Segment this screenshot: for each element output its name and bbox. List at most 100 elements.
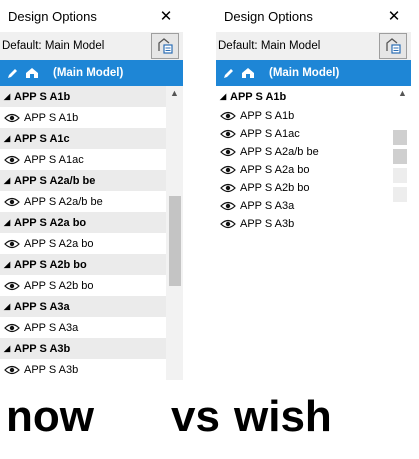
- option-item-label: APP S A1ac: [240, 128, 300, 140]
- option-set-header[interactable]: ◢ APP S A3b: [0, 338, 183, 359]
- main-model-row[interactable]: (Main Model): [216, 60, 411, 86]
- option-set-header[interactable]: ◢ APP S A3a: [0, 296, 183, 317]
- option-item-label: APP S A3a: [24, 321, 79, 334]
- default-model-label: Default: Main Model: [218, 40, 321, 52]
- option-set-header[interactable]: ◢ APP S A1b: [0, 86, 183, 107]
- option-set-header[interactable]: ◢ APP S A1c: [0, 128, 183, 149]
- eye-icon[interactable]: [4, 323, 24, 333]
- scroll-chip: [393, 130, 407, 145]
- design-options-settings-button[interactable]: [151, 33, 179, 59]
- default-model-label: Default: Main Model: [2, 40, 105, 52]
- collapse-triangle-icon[interactable]: ◢: [220, 92, 230, 101]
- option-item-label: APP S A2a bo: [240, 164, 310, 176]
- option-set-name: APP S A2b bo: [14, 258, 87, 271]
- eye-icon[interactable]: [220, 147, 240, 157]
- option-item[interactable]: APP S A1ac: [0, 149, 183, 170]
- design-options-list: ◢ APP S A1b APP S A1b ◢ APP S A1c APP S A1…: [0, 86, 183, 380]
- option-item-label: APP S A1ac: [24, 153, 84, 166]
- eye-icon[interactable]: [4, 365, 24, 375]
- option-item[interactable]: APP S A2b bo: [216, 179, 411, 197]
- close-icon[interactable]: ✕: [159, 7, 173, 25]
- caption-vs: vs: [171, 392, 220, 441]
- design-options-settings-button[interactable]: [379, 33, 407, 59]
- design-options-panel-wish: Design Options ✕ Default: Main Model (Ma…: [216, 0, 411, 240]
- option-set-header[interactable]: ◢ APP S A1b: [216, 86, 411, 107]
- option-item[interactable]: APP S A1ac: [216, 125, 411, 143]
- panel-title: Design Options: [224, 8, 313, 24]
- option-item-label: APP S A3b: [240, 218, 295, 230]
- main-model-row[interactable]: (Main Model): [0, 60, 183, 86]
- option-item[interactable]: APP S A1b: [0, 107, 183, 128]
- collapse-triangle-icon[interactable]: ◢: [4, 176, 14, 185]
- option-item[interactable]: APP S A2a/b be: [0, 191, 183, 212]
- option-item[interactable]: APP S A2a bo: [0, 233, 183, 254]
- default-model-row: Default: Main Model: [216, 32, 411, 60]
- option-item-label: APP S A2a/b be: [24, 195, 103, 208]
- option-set-name: APP S A3a: [14, 300, 70, 313]
- eye-icon[interactable]: [4, 197, 24, 207]
- option-set-name: APP S A1b: [230, 90, 287, 103]
- option-set-header[interactable]: ◢ APP S A2b bo: [0, 254, 183, 275]
- panel-title: Design Options: [8, 8, 97, 24]
- design-options-list: ◢ APP S A1b APP S A1b APP S A1ac APP S A2…: [216, 86, 411, 233]
- option-item-label: APP S A2a/b be: [240, 146, 319, 158]
- eye-icon[interactable]: [220, 183, 240, 193]
- panel-titlebar: Design Options ✕: [0, 0, 183, 32]
- eye-icon[interactable]: [220, 201, 240, 211]
- eye-icon[interactable]: [220, 111, 240, 121]
- option-item[interactable]: APP S A3b: [216, 215, 411, 233]
- option-set-header[interactable]: ◢ APP S A2a bo: [0, 212, 183, 233]
- collapse-triangle-icon[interactable]: ◢: [4, 92, 14, 101]
- option-item[interactable]: APP S A3b: [0, 359, 183, 380]
- caption-now: now: [6, 392, 94, 441]
- option-set-name: APP S A2a bo: [14, 216, 87, 229]
- eye-icon[interactable]: [220, 219, 240, 229]
- collapse-triangle-icon[interactable]: ◢: [4, 260, 14, 269]
- panel-titlebar: Design Options ✕: [216, 0, 411, 32]
- comparison-caption: now vs wish: [0, 392, 419, 452]
- eye-icon[interactable]: [4, 113, 24, 123]
- eye-icon[interactable]: [4, 239, 24, 249]
- scrollbar-fragments: [393, 130, 407, 206]
- vertical-scrollbar[interactable]: ▲: [394, 86, 411, 104]
- main-model-label: (Main Model): [53, 67, 124, 79]
- edit-pencil-icon[interactable]: [6, 67, 19, 80]
- eye-icon[interactable]: [220, 165, 240, 175]
- close-icon[interactable]: ✕: [387, 7, 401, 25]
- option-item-label: APP S A2b bo: [24, 279, 94, 292]
- scroll-chip: [393, 168, 407, 183]
- option-set-name: APP S A3b: [14, 342, 71, 355]
- eye-icon[interactable]: [4, 281, 24, 291]
- options-settings-icon: [386, 38, 401, 54]
- collapse-triangle-icon[interactable]: ◢: [4, 344, 14, 353]
- collapse-triangle-icon[interactable]: ◢: [4, 218, 14, 227]
- collapse-triangle-icon[interactable]: ◢: [4, 134, 14, 143]
- option-item[interactable]: APP S A3a: [0, 317, 183, 338]
- option-item[interactable]: APP S A3a: [216, 197, 411, 215]
- scroll-chip: [393, 187, 407, 202]
- collapse-triangle-icon[interactable]: ◢: [4, 302, 14, 311]
- option-item[interactable]: APP S A1b: [216, 107, 411, 125]
- option-item-label: APP S A1b: [240, 110, 295, 122]
- scroll-up-arrow-icon[interactable]: ▲: [170, 88, 179, 98]
- scrollbar-thumb[interactable]: [169, 196, 181, 286]
- options-settings-icon: [158, 38, 173, 54]
- caption-wish: wish: [234, 392, 332, 441]
- option-item[interactable]: APP S A2b bo: [0, 275, 183, 296]
- option-set-name: APP S A2a/b be: [14, 174, 96, 187]
- option-item-label: APP S A3a: [240, 200, 295, 212]
- main-model-label: (Main Model): [269, 67, 340, 79]
- option-set-header[interactable]: ◢ APP S A2a/b be: [0, 170, 183, 191]
- option-item-label: APP S A1b: [24, 111, 79, 124]
- option-item-label: APP S A2a bo: [24, 237, 94, 250]
- option-item-label: APP S A3b: [24, 363, 79, 376]
- option-set-name: APP S A1c: [14, 132, 70, 145]
- scroll-up-arrow-icon[interactable]: ▲: [398, 88, 407, 98]
- option-item[interactable]: APP S A2a/b be: [216, 143, 411, 161]
- option-item[interactable]: APP S A2a bo: [216, 161, 411, 179]
- vertical-scrollbar[interactable]: ▲: [166, 86, 183, 380]
- eye-icon[interactable]: [4, 155, 24, 165]
- edit-pencil-icon[interactable]: [222, 67, 235, 80]
- scroll-chip: [393, 149, 407, 164]
- eye-icon[interactable]: [220, 129, 240, 139]
